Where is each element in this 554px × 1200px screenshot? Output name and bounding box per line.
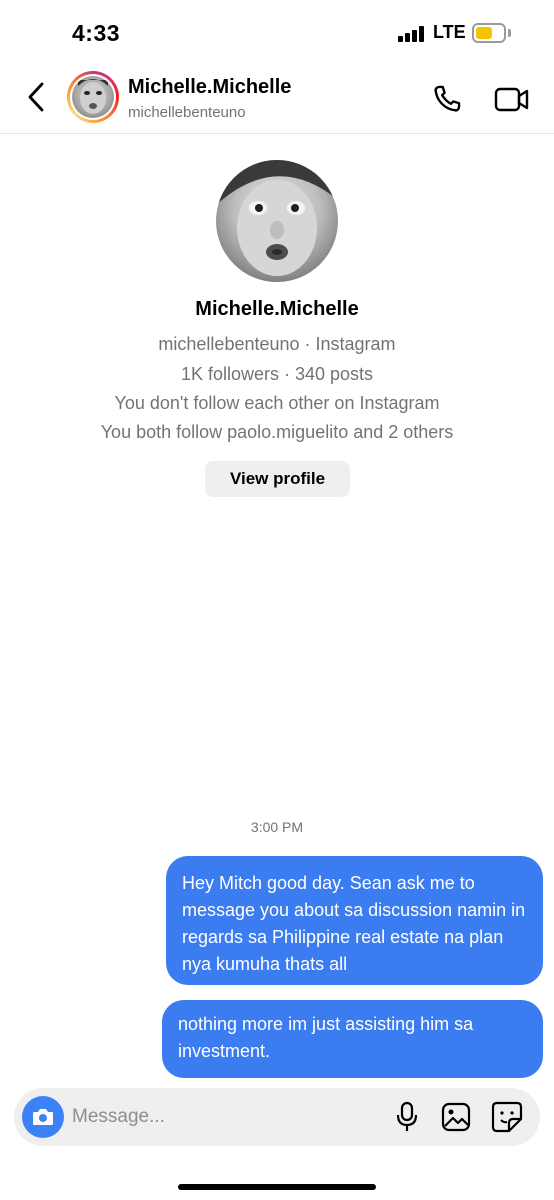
phone-icon[interactable] xyxy=(430,82,464,116)
message-bubble[interactable]: Hey Mitch good day. Sean ask me to messa… xyxy=(166,856,543,985)
status-time: 4:33 xyxy=(72,20,121,46)
profile-source: michellebenteuno · Instagram xyxy=(158,334,396,354)
view-profile-button[interactable]: View profile xyxy=(205,461,350,497)
home-indicator[interactable] xyxy=(178,1184,376,1190)
battery-tip xyxy=(508,29,511,37)
sticker-icon[interactable] xyxy=(491,1101,523,1133)
status-bar: 4:33 LTE xyxy=(0,0,554,62)
profile-photo[interactable] xyxy=(216,160,338,282)
message-timestamp: 3:00 PM xyxy=(250,819,304,835)
header-contact-name[interactable]: Michelle.Michelle xyxy=(128,76,291,99)
message-input[interactable] xyxy=(72,1096,372,1138)
mutual-followers[interactable]: You both follow paolo.miguelito and 2 ot… xyxy=(0,422,554,443)
message-bubble[interactable]: nothing more im just assisting him sa in… xyxy=(162,1000,543,1078)
battery-icon xyxy=(472,23,506,43)
header-contact-username[interactable]: michellebenteuno xyxy=(128,104,246,121)
profile-stats: 1K followers · 340 posts xyxy=(180,364,374,384)
message-composer xyxy=(14,1088,540,1146)
avatar[interactable] xyxy=(67,71,119,123)
camera-icon[interactable] xyxy=(22,1096,64,1138)
microphone-icon[interactable] xyxy=(394,1101,420,1133)
gallery-icon[interactable] xyxy=(441,1102,471,1132)
chat-header: Michelle.Michelle michellebenteuno xyxy=(0,62,554,134)
signal-strength-icon xyxy=(398,26,428,42)
network-label: LTE xyxy=(433,22,466,42)
back-chevron-icon[interactable] xyxy=(22,80,52,114)
video-camera-icon[interactable] xyxy=(494,84,530,114)
profile-name: Michelle.Michelle xyxy=(195,298,359,320)
follow-status: You don't follow each other on Instagram xyxy=(114,393,440,413)
